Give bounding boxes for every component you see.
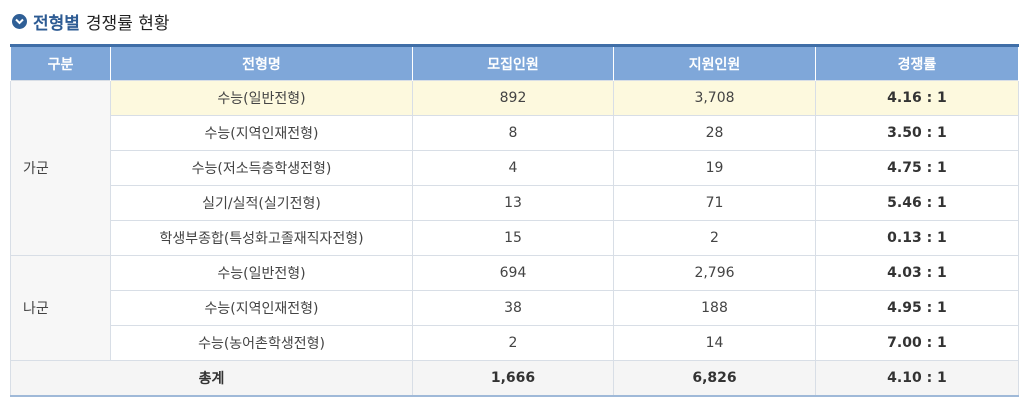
admission-type-cell: 수능(저소득층학생전형) (110, 150, 413, 186)
admission-type-cell: 학생부종합(특성화고졸재직자전형) (110, 220, 413, 256)
applicants-cell: 28 (613, 115, 816, 151)
ratio-cell: 4.75 : 1 (815, 150, 1019, 186)
admission-type-cell: 수능(일반전형) (110, 80, 413, 116)
quota-cell: 2 (412, 325, 614, 361)
table-row: 수능(지역인재전형) 38 188 4.95 : 1 (11, 290, 1019, 326)
total-applicants: 6,826 (613, 360, 816, 397)
table-row: 나군 수능(일반전형) 694 2,796 4.03 : 1 (10, 255, 1019, 361)
applicants-cell: 2,796 (613, 255, 816, 291)
group-label: 나군 (10, 255, 111, 361)
chevron-down-circle-icon (12, 13, 27, 29)
quota-cell: 38 (412, 290, 614, 326)
quota-cell: 694 (412, 255, 614, 291)
ratio-cell: 4.03 : 1 (815, 255, 1019, 291)
applicants-cell: 14 (613, 325, 816, 361)
ratio-cell: 4.16 : 1 (815, 80, 1019, 116)
applicants-cell: 19 (613, 150, 816, 186)
total-quota: 1,666 (412, 360, 614, 397)
applicants-cell: 71 (613, 185, 816, 221)
ratio-cell: 5.46 : 1 (815, 185, 1019, 221)
admission-type-cell: 수능(일반전형) (110, 255, 413, 291)
applicants-cell: 188 (613, 290, 816, 326)
admission-type-cell: 수능(농어촌학생전형) (110, 325, 413, 361)
title-highlight: 전형별 (33, 13, 80, 34)
header-ratio: 경쟁률 (815, 45, 1019, 81)
quota-cell: 8 (412, 115, 614, 151)
quota-cell: 15 (412, 220, 614, 256)
total-label: 총계 (10, 360, 413, 397)
table-header-row: 구분 전형명 모집인원 지원인원 경쟁률 (10, 45, 1019, 81)
applicants-cell: 3,708 (613, 80, 816, 116)
total-ratio: 4.10 : 1 (815, 360, 1019, 397)
admission-type-cell: 수능(지역인재전형) (110, 115, 413, 151)
admission-type-cell: 수능(지역인재전형) (110, 290, 413, 326)
table-row: 실기/실적(실기전형) 13 71 5.46 : 1 (11, 185, 1019, 221)
quota-cell: 892 (412, 80, 614, 116)
header-quota: 모집인원 (412, 45, 614, 81)
ratio-cell: 0.13 : 1 (815, 220, 1019, 256)
header-admission-type: 전형명 (110, 45, 413, 81)
applicants-cell: 2 (613, 220, 816, 256)
quota-cell: 4 (412, 150, 614, 186)
ratio-cell: 4.95 : 1 (815, 290, 1019, 326)
group-label: 가군 (10, 80, 111, 256)
section-title: 전형별 경쟁률 현황 (12, 8, 170, 34)
title-text: 경쟁률 현황 (85, 13, 170, 34)
table-row: 가군 수능(일반전형) 892 3,708 4.16 : 1 (10, 80, 1019, 256)
header-category: 구분 (10, 45, 111, 81)
header-applicants: 지원인원 (613, 45, 816, 81)
competition-rate-table: 구분 전형명 모집인원 지원인원 경쟁률 가군 수능(일반전형) 892 3,7… (10, 44, 1019, 397)
ratio-cell: 3.50 : 1 (815, 115, 1019, 151)
ratio-cell: 7.00 : 1 (815, 325, 1019, 361)
quota-cell: 13 (412, 185, 614, 221)
admission-type-cell: 실기/실적(실기전형) (110, 185, 413, 221)
table-row: 학생부종합(특성화고졸재직자전형) 15 2 0.13 : 1 (11, 220, 1019, 256)
table-row: 수능(지역인재전형) 8 28 3.50 : 1 (11, 115, 1019, 151)
table-row: 수능(농어촌학생전형) 2 14 7.00 : 1 (11, 325, 1019, 361)
table-row: 수능(저소득층학생전형) 4 19 4.75 : 1 (11, 150, 1019, 186)
total-row: 총계 1,666 6,826 4.10 : 1 (10, 360, 1019, 397)
